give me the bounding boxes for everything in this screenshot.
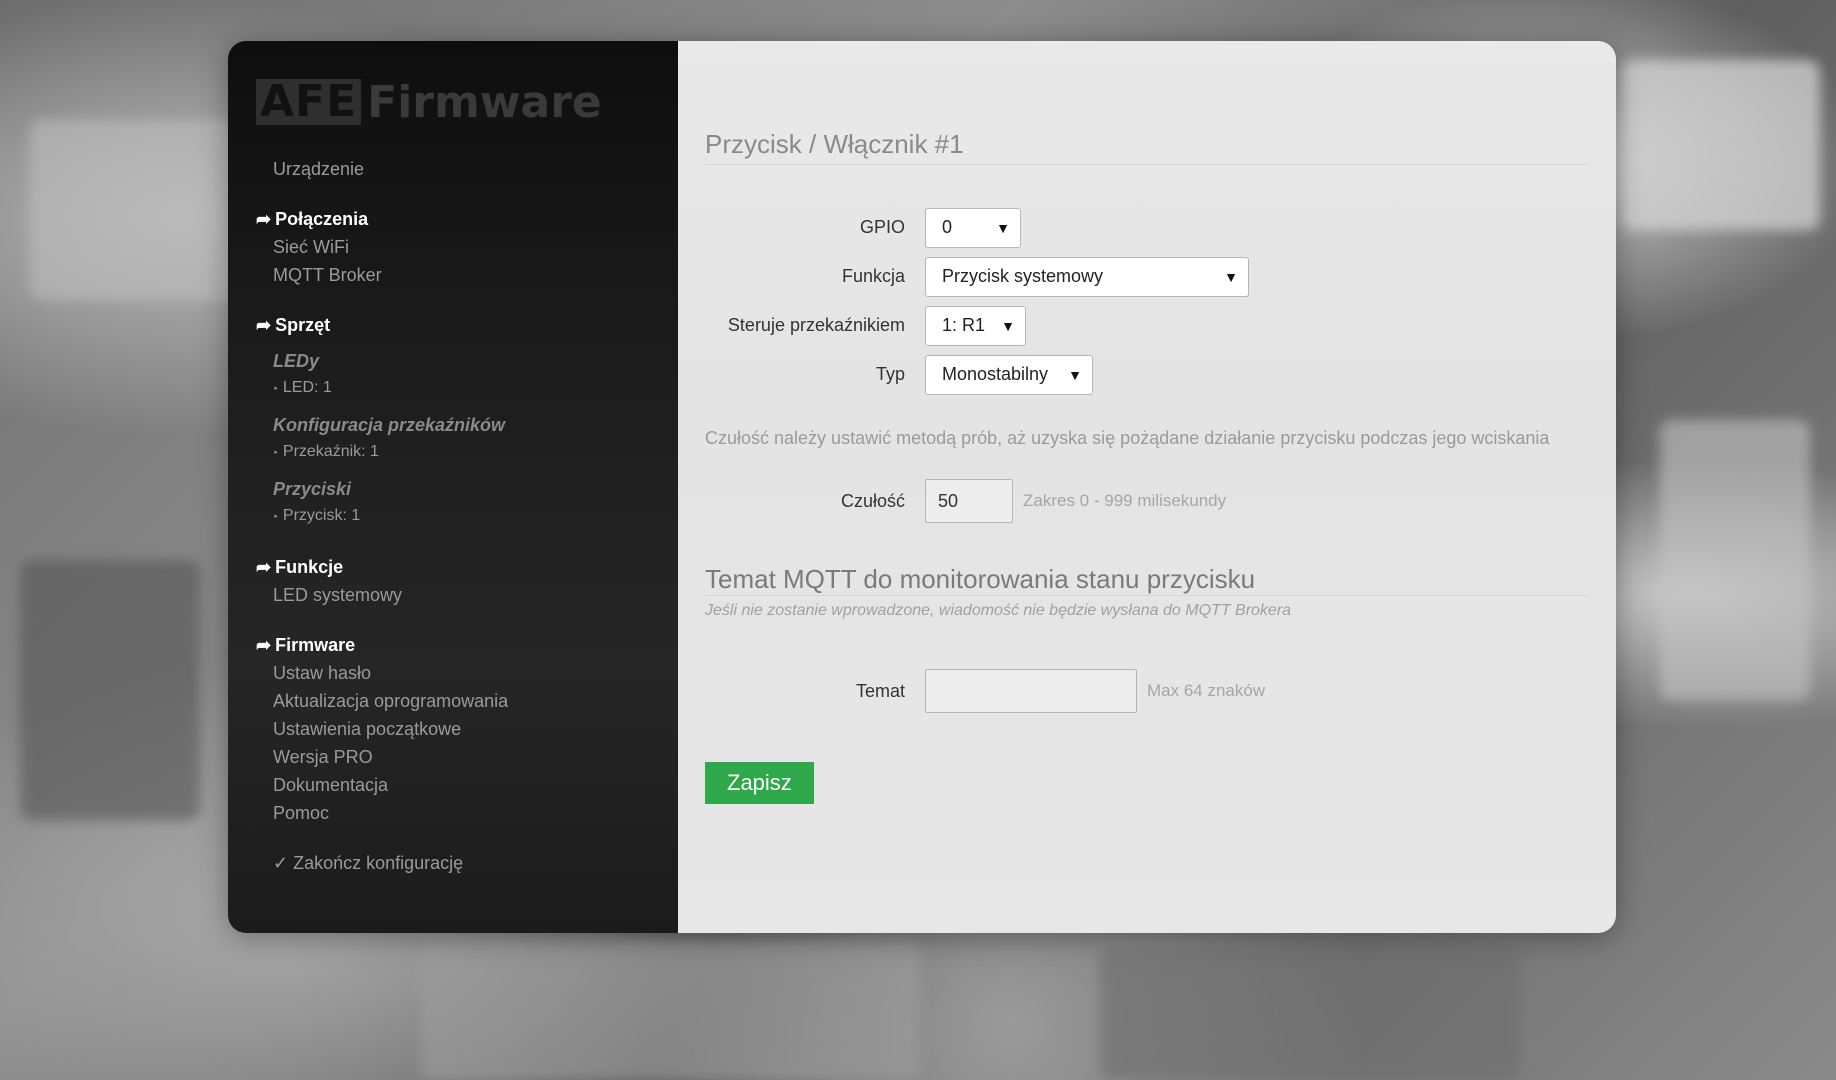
chevron-down-icon: ▼ — [996, 219, 1010, 236]
section-functions: ➦ Funkcje — [256, 553, 678, 581]
type-label: Typ — [875, 364, 905, 384]
save-button[interactable]: Zapisz — [705, 762, 814, 804]
section-connections-label: Połączenia — [275, 209, 369, 229]
section-connections: ➦ Połączenia — [256, 205, 678, 233]
chevron-down-icon: ▼ — [1068, 366, 1082, 383]
bullet-icon: ‣ — [273, 448, 279, 459]
logo-box: AFE — [256, 79, 362, 125]
sidebar-item-pro[interactable]: Wersja PRO — [256, 743, 678, 771]
sidebar-item-update[interactable]: Aktualizacja oprogramowania — [256, 687, 678, 715]
sidebar-item-relay-1-label: Przekaźnik: 1 — [282, 443, 379, 460]
relay-select[interactable]: 1: R1 ▼ — [925, 305, 1026, 346]
sidebar-item-relay-1[interactable]: ‣ Przekaźnik: 1 — [256, 439, 678, 467]
sidebar-item-system-led[interactable]: LED systemowy — [256, 581, 678, 609]
bullet-icon: ‣ — [273, 384, 279, 395]
logo-text: Firmware — [367, 76, 602, 128]
relay-label: Steruje przekaźnikiem — [727, 315, 905, 335]
gpio-select-value: 0 — [942, 217, 953, 237]
relay-select-value: 1: R1 — [942, 315, 986, 335]
subsection-leds: LEDy — [273, 351, 320, 371]
sidebar-item-wifi[interactable]: Sieć WiFi — [256, 233, 678, 261]
main-panel: Przycisk / Włącznik #1 GPIO 0 ▼ Funkcja … — [678, 41, 1616, 933]
relay-row: Steruje przekaźnikiem 1: R1 ▼ — [705, 305, 1589, 346]
sidebar-item-set-password[interactable]: Ustaw hasło — [256, 659, 678, 687]
sidebar-item-led-1-label: LED: 1 — [282, 379, 332, 396]
type-select[interactable]: Monostabilny ▼ — [925, 354, 1093, 395]
sensitivity-description: Czułość należy ustawić metodą prób, aż u… — [705, 428, 1550, 448]
sidebar-item-reset[interactable]: Ustawienia początkowe — [256, 715, 678, 743]
sidebar-item-button-1[interactable]: ‣ Przycisk: 1 — [256, 503, 678, 531]
section-hardware-label: Sprzęt — [275, 315, 331, 335]
function-label: Funkcja — [841, 266, 905, 286]
sidebar-item-help[interactable]: Pomoc — [256, 799, 678, 827]
arrow-right-icon: ➦ — [256, 315, 272, 335]
finish-config-link[interactable]: ✓ Zakończ konfigurację — [256, 849, 678, 877]
page-title: Przycisk / Włącznik #1 — [705, 129, 1589, 165]
chevron-down-icon: ▼ — [1224, 268, 1238, 285]
gpio-row: GPIO 0 ▼ — [705, 207, 1589, 248]
function-select[interactable]: Przycisk systemowy ▼ — [925, 256, 1249, 297]
bullet-icon: ‣ — [273, 512, 279, 523]
subsection-relays: Konfiguracja przekaźników — [273, 415, 506, 435]
sensitivity-hint: Zakres 0 - 999 milisekundy — [1023, 491, 1227, 510]
arrow-right-icon: ➦ — [256, 635, 272, 655]
chevron-down-icon: ▼ — [1001, 317, 1015, 334]
mqtt-topic-title: Temat MQTT do monitorowania stanu przyci… — [705, 564, 1589, 596]
section-firmware: ➦ Firmware — [256, 631, 678, 659]
function-row: Funkcja Przycisk systemowy ▼ — [705, 256, 1589, 297]
section-firmware-label: Firmware — [275, 635, 356, 655]
subsection-buttons: Przyciski — [273, 479, 352, 499]
gpio-select[interactable]: 0 ▼ — [925, 207, 1021, 248]
topic-row: Temat Max 64 znaków — [705, 668, 1589, 714]
sidebar-item-docs[interactable]: Dokumentacja — [256, 771, 678, 799]
sidebar-item-led-1[interactable]: ‣ LED: 1 — [256, 375, 678, 403]
sidebar-item-device[interactable]: Urządzenie — [256, 155, 678, 183]
section-hardware: ➦ Sprzęt — [256, 311, 678, 339]
sidebar-item-mqtt[interactable]: MQTT Broker — [256, 261, 678, 289]
sensitivity-label: Czułość — [840, 490, 905, 511]
logo: AFE Firmware — [256, 76, 678, 128]
function-select-value: Przycisk systemowy — [942, 266, 1104, 286]
sensitivity-input[interactable]: 50 — [925, 479, 1013, 523]
arrow-right-icon: ➦ — [256, 557, 272, 577]
topic-hint: Max 64 znaków — [1147, 681, 1266, 700]
mqtt-topic-note: Jeśli nie zostanie wprowadzone, wiadomoś… — [705, 602, 1292, 619]
sensitivity-row: Czułość 50 Zakres 0 - 999 milisekundy — [705, 478, 1589, 524]
section-functions-label: Funkcje — [275, 557, 344, 577]
gpio-label: GPIO — [859, 217, 905, 237]
topic-label: Temat — [855, 680, 905, 701]
arrow-right-icon: ➦ — [256, 209, 272, 229]
topic-input[interactable] — [925, 669, 1137, 713]
sidebar-item-button-1-label: Przycisk: 1 — [282, 507, 361, 524]
type-row: Typ Monostabilny ▼ — [705, 354, 1589, 395]
sidebar: AFE Firmware Urządzenie ➦ Połączenia Sie… — [228, 41, 678, 933]
type-select-value: Monostabilny — [942, 364, 1049, 384]
config-card: AFE Firmware Urządzenie ➦ Połączenia Sie… — [228, 41, 1616, 933]
